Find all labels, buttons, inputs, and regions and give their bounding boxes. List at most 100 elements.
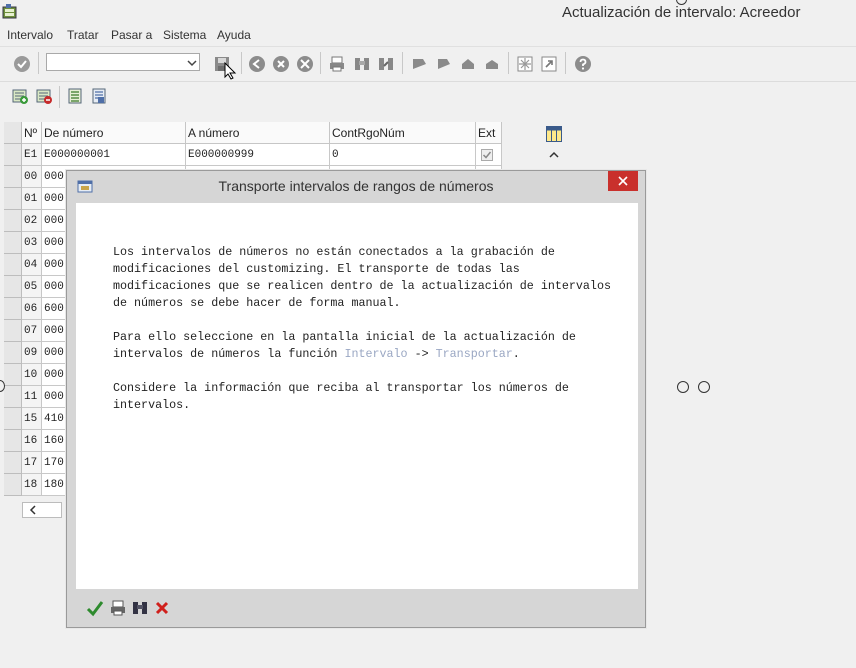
cell-count[interactable]: 0 <box>330 144 476 166</box>
mouse-pointer-icon <box>222 62 240 80</box>
message-paragraph-1: Los intervalos de números no están conec… <box>113 245 611 310</box>
new-session-icon[interactable] <box>516 55 534 73</box>
row-selector[interactable] <box>4 452 22 474</box>
cell-no: 09 <box>22 342 42 364</box>
find-button[interactable] <box>131 599 149 617</box>
message-line: intervalos de números la función <box>113 347 345 361</box>
cell-no: 02 <box>22 210 42 232</box>
find-next-icon[interactable] <box>377 55 395 73</box>
dialog-message-area: Los intervalos de números no están conec… <box>76 203 638 589</box>
print-icon <box>111 600 125 616</box>
find-icon[interactable] <box>353 55 371 73</box>
toolbar-separator <box>59 86 60 108</box>
row-selector[interactable] <box>4 430 22 452</box>
menu-pasar-a[interactable]: Pasar a <box>111 28 152 42</box>
binoculars-icon <box>133 602 147 614</box>
row-selector[interactable] <box>4 474 22 496</box>
row-selector[interactable] <box>4 408 22 430</box>
row-selector[interactable] <box>4 386 22 408</box>
cancel-button[interactable] <box>153 599 171 617</box>
cell-ext[interactable] <box>476 144 502 166</box>
chevron-down-icon[interactable] <box>187 57 197 67</box>
cell-no: 06 <box>22 298 42 320</box>
row-selector[interactable] <box>4 166 22 188</box>
checkbox-checked-icon <box>481 149 493 161</box>
deselect-all-icon[interactable] <box>90 87 108 105</box>
row-selector[interactable] <box>4 320 22 342</box>
cell-no: 16 <box>22 430 42 452</box>
table-settings-icon[interactable] <box>546 126 562 142</box>
row-selector[interactable] <box>4 364 22 386</box>
row-selector[interactable] <box>4 210 22 232</box>
select-all-rows-button[interactable] <box>4 122 22 144</box>
cell-no: 07 <box>22 320 42 342</box>
exit-icon[interactable] <box>272 55 290 73</box>
application-toolbar <box>0 82 856 110</box>
command-input[interactable] <box>47 54 183 70</box>
message-paragraph-2: Para ello seleccione en la pantalla inic… <box>113 329 576 363</box>
row-selector[interactable] <box>4 276 22 298</box>
insert-interval-icon[interactable] <box>11 87 29 105</box>
cursor-ring-icon <box>677 381 689 393</box>
row-selector[interactable] <box>4 188 22 210</box>
cell-no: 11 <box>22 386 42 408</box>
enter-icon[interactable] <box>13 55 31 73</box>
cell-no: 03 <box>22 232 42 254</box>
print-button[interactable] <box>109 599 127 617</box>
menu-tratar[interactable]: Tratar <box>67 28 99 42</box>
cell-no: 17 <box>22 452 42 474</box>
previous-page-icon[interactable] <box>435 55 453 73</box>
column-header-to[interactable]: A número <box>186 122 330 144</box>
print-icon[interactable] <box>328 55 346 73</box>
row-selector[interactable] <box>4 144 22 166</box>
cursor-ring-icon <box>698 381 710 393</box>
horizontal-scrollbar[interactable] <box>22 502 62 518</box>
message-period: . <box>512 347 520 361</box>
row-selector[interactable] <box>4 232 22 254</box>
last-page-icon[interactable] <box>483 55 501 73</box>
column-header-ext[interactable]: Ext <box>476 122 502 144</box>
shortcut-icon[interactable] <box>540 55 558 73</box>
scroll-left-icon[interactable] <box>27 503 39 517</box>
first-page-icon[interactable] <box>410 55 428 73</box>
toolbar-separator <box>241 52 242 74</box>
row-selector[interactable] <box>4 342 22 364</box>
cancel-icon[interactable] <box>296 55 314 73</box>
title-bar: Actualización de intervalo: Acreedor <box>0 0 856 26</box>
menu-sistema[interactable]: Sistema <box>163 28 206 42</box>
next-page-icon[interactable] <box>459 55 477 73</box>
toolbar-separator <box>402 52 403 74</box>
confirm-button[interactable] <box>86 599 104 617</box>
window-title: Actualización de intervalo: Acreedor <box>562 4 801 21</box>
cell-to[interactable]: E000000999 <box>186 144 330 166</box>
cell-no: 01 <box>22 188 42 210</box>
sap-app-icon <box>2 3 18 19</box>
menu-bar: Intervalo Tratar Pasar a Sistema Ayuda <box>0 26 856 44</box>
menu-intervalo[interactable]: Intervalo <box>7 28 53 42</box>
row-selector[interactable] <box>4 254 22 276</box>
cell-from[interactable]: E000000001 <box>42 144 186 166</box>
help-icon[interactable] <box>574 55 592 73</box>
column-header-from[interactable]: De número <box>42 122 186 144</box>
column-header-no[interactable]: Nº <box>22 122 42 144</box>
dialog-title: Transporte intervalos de rangos de númer… <box>218 178 494 194</box>
red-cross-icon <box>155 601 169 615</box>
menu-ayuda[interactable]: Ayuda <box>217 28 251 42</box>
scroll-up-icon[interactable] <box>547 148 561 162</box>
dialog-close-button[interactable] <box>608 171 638 191</box>
link-intervalo[interactable]: Intervalo <box>344 347 407 361</box>
row-selector[interactable] <box>4 298 22 320</box>
select-all-icon[interactable] <box>66 87 84 105</box>
cell-no: 04 <box>22 254 42 276</box>
delete-interval-icon[interactable] <box>35 87 53 105</box>
cell-no: E1 <box>22 144 42 166</box>
toolbar-separator <box>320 52 321 74</box>
command-field[interactable] <box>46 53 200 71</box>
column-header-count[interactable]: ContRgoNúm <box>330 122 476 144</box>
toolbar-separator <box>38 52 39 74</box>
link-transportar[interactable]: Transportar <box>436 347 513 361</box>
checkmark-icon <box>86 601 104 617</box>
dialog-titlebar[interactable]: Transporte intervalos de rangos de númer… <box>67 171 645 201</box>
back-icon[interactable] <box>248 55 266 73</box>
menu-path-arrow: -> <box>407 347 436 361</box>
